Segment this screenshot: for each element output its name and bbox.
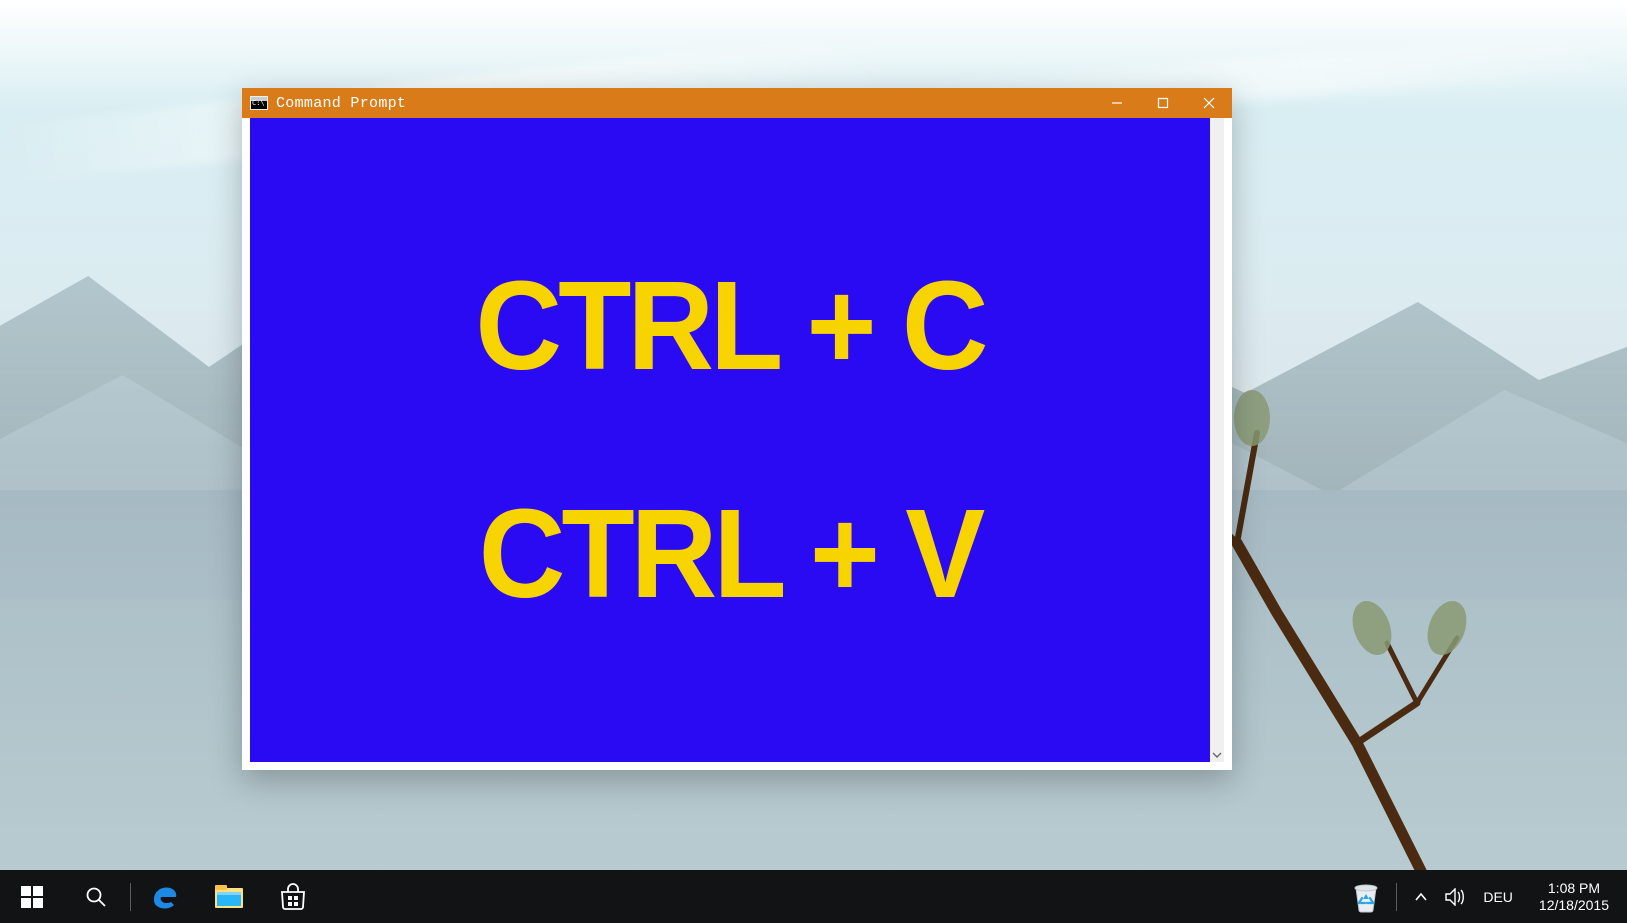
cmd-icon — [250, 96, 268, 110]
start-button[interactable] — [0, 870, 64, 923]
maximize-button[interactable] — [1140, 88, 1186, 118]
clock-time: 1:08 PM — [1539, 880, 1609, 897]
clock-date: 12/18/2015 — [1539, 897, 1609, 914]
chevron-up-icon — [1414, 890, 1428, 904]
language-indicator[interactable]: DEU — [1477, 889, 1519, 905]
overlay-text-2: CTRL + V — [479, 482, 982, 627]
taskbar[interactable]: DEU 1:08 PM 12/18/2015 — [0, 870, 1627, 923]
command-prompt-window[interactable]: Command Prompt CTRL + C CTRL + V — [242, 88, 1232, 770]
taskbar-app-explorer[interactable] — [197, 870, 261, 923]
scrollbar-down-button[interactable] — [1210, 748, 1224, 762]
taskbar-app-edge[interactable] — [133, 870, 197, 923]
taskbar-separator — [130, 883, 131, 911]
windows-logo-icon — [21, 886, 43, 908]
recycle-bin-icon[interactable] — [1348, 879, 1384, 915]
window-client-border: CTRL + C CTRL + V — [250, 118, 1224, 762]
search-button[interactable] — [64, 870, 128, 923]
tray-overflow-button[interactable] — [1409, 885, 1433, 909]
system-tray: DEU 1:08 PM 12/18/2015 — [1348, 870, 1627, 923]
speaker-icon — [1445, 888, 1465, 906]
minimize-button[interactable] — [1094, 88, 1140, 118]
window-controls — [1094, 88, 1232, 118]
window-title: Command Prompt — [276, 95, 406, 112]
store-icon — [279, 883, 307, 911]
search-icon — [85, 886, 107, 908]
console-area[interactable]: CTRL + C CTRL + V — [250, 118, 1210, 762]
edge-icon — [150, 882, 180, 912]
taskbar-app-store[interactable] — [261, 870, 325, 923]
scrollbar-track[interactable] — [1210, 118, 1224, 762]
tray-separator — [1396, 883, 1397, 911]
file-explorer-icon — [214, 884, 244, 910]
clock[interactable]: 1:08 PM 12/18/2015 — [1529, 880, 1619, 914]
volume-button[interactable] — [1443, 885, 1467, 909]
titlebar[interactable]: Command Prompt — [242, 88, 1232, 118]
close-button[interactable] — [1186, 88, 1232, 118]
overlay-text-1: CTRL + C — [475, 254, 984, 399]
